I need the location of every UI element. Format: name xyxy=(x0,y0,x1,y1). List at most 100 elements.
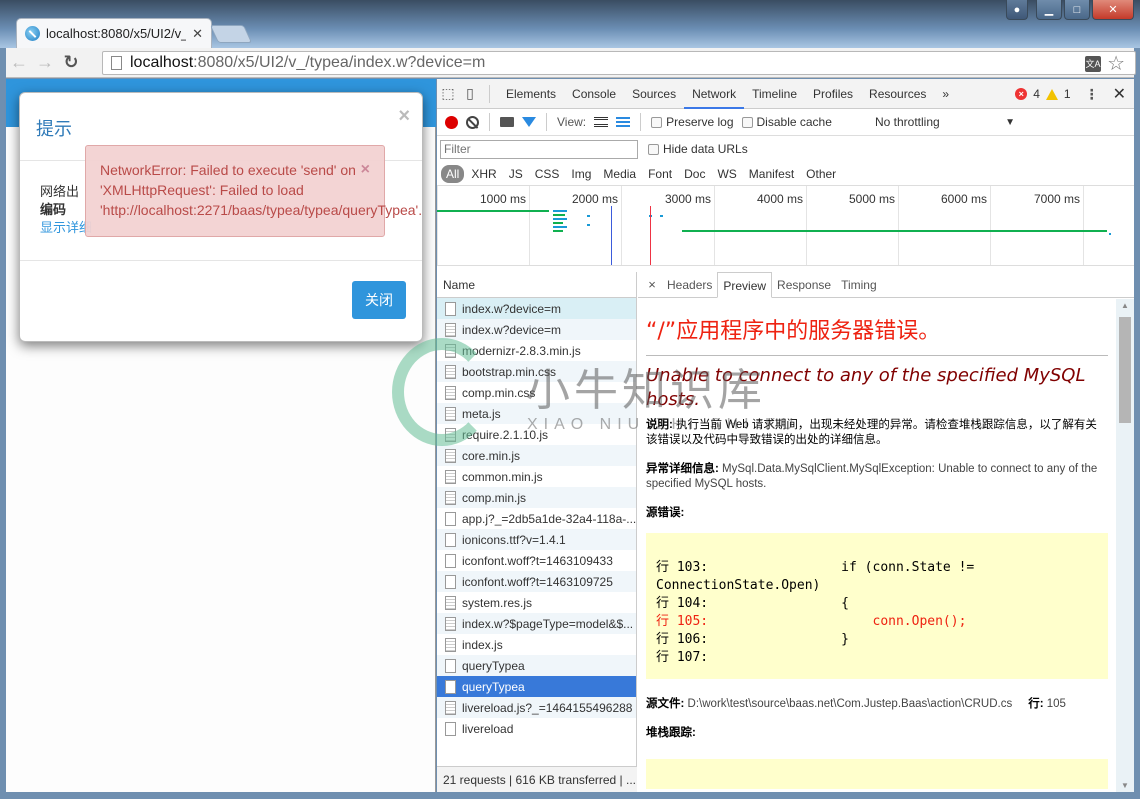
error-icon[interactable]: × xyxy=(1015,88,1028,100)
tab-close-icon[interactable]: ✕ xyxy=(192,26,203,42)
request-row[interactable]: iconfont.woff?t=1463109433 xyxy=(437,550,636,571)
reload-icon[interactable]: ↻ xyxy=(58,52,84,73)
request-row[interactable]: index.w?$pageType=model&$... xyxy=(437,613,636,634)
type-filter-doc[interactable]: Doc xyxy=(679,167,710,181)
star-icon[interactable]: ☆ xyxy=(1107,54,1125,74)
browser-tab[interactable]: localhost:8080/x5/UI2/v_ ✕ xyxy=(16,18,212,48)
request-row[interactable]: bootstrap.min.css xyxy=(437,361,636,382)
tab-console[interactable]: Console xyxy=(564,79,624,109)
type-filter-css[interactable]: CSS xyxy=(530,167,565,181)
tab-elements[interactable]: Elements xyxy=(498,79,564,109)
request-row[interactable]: require.2.1.10.js xyxy=(437,424,636,445)
throttling-select[interactable]: No throttling ▼ xyxy=(875,109,1015,136)
tab-sources[interactable]: Sources xyxy=(624,79,684,109)
request-row[interactable]: index.w?device=m xyxy=(437,298,636,319)
close-devtools-icon[interactable]: ✕ xyxy=(1113,84,1126,104)
warning-icon[interactable] xyxy=(1045,88,1058,100)
type-filter-js[interactable]: JS xyxy=(504,167,528,181)
close-detail-icon[interactable]: × xyxy=(642,277,662,292)
preserve-log-checkbox[interactable]: Preserve log xyxy=(651,115,734,129)
error-count[interactable]: 4 xyxy=(1033,87,1040,101)
type-filter-manifest[interactable]: Manifest xyxy=(744,167,799,181)
request-row[interactable]: livereload.js?_=1464155496288 xyxy=(437,697,636,718)
resource-type-filters: All XHR JS CSS Img Media Font Doc WS Man… xyxy=(437,162,1134,186)
request-row[interactable]: comp.min.js xyxy=(437,487,636,508)
minimize-button[interactable]: ▁ xyxy=(1036,0,1062,20)
type-filter-font[interactable]: Font xyxy=(643,167,677,181)
filter-funnel-icon[interactable] xyxy=(522,117,536,127)
modal-close-icon[interactable]: × xyxy=(398,105,410,128)
translate-icon[interactable]: 文A xyxy=(1085,56,1102,72)
scrollbar-thumb[interactable] xyxy=(1119,317,1131,423)
request-row[interactable]: meta.js xyxy=(437,403,636,424)
back-arrow-icon[interactable]: ← xyxy=(6,52,32,73)
request-row[interactable]: queryTypea xyxy=(437,655,636,676)
request-row[interactable]: index.w?device=m xyxy=(437,319,636,340)
hide-data-urls-checkbox[interactable]: Hide data URLs xyxy=(648,142,748,156)
tab-profiles[interactable]: Profiles xyxy=(805,79,861,109)
network-overview-timeline[interactable]: 1000 ms 2000 ms 3000 ms 4000 ms 5000 ms … xyxy=(437,186,1134,266)
type-filter-media[interactable]: Media xyxy=(598,167,641,181)
type-filter-ws[interactable]: WS xyxy=(712,167,741,181)
overview-bar xyxy=(682,230,1107,232)
blank-file-icon xyxy=(445,553,456,568)
new-tab-button[interactable] xyxy=(209,25,253,43)
checkbox-icon[interactable] xyxy=(651,116,663,128)
tab-network[interactable]: Network xyxy=(684,79,745,109)
devtools-panel: ⬚ ▯ Elements Console Sources Network Tim… xyxy=(437,79,1134,792)
forward-arrow-icon[interactable]: → xyxy=(32,52,58,73)
more-options-icon[interactable]: ⋮ xyxy=(1085,86,1099,103)
checkbox-icon[interactable] xyxy=(648,143,659,155)
tab-headers[interactable]: Headers xyxy=(662,272,717,298)
warning-count[interactable]: 1 xyxy=(1064,87,1071,101)
filter-input[interactable] xyxy=(440,139,638,159)
request-row[interactable]: core.min.js xyxy=(437,445,636,466)
large-rows-icon[interactable] xyxy=(594,117,609,127)
timeline-tick: 2000 ms xyxy=(529,186,621,265)
inspect-element-icon[interactable]: ⬚ xyxy=(437,85,459,102)
line-label: 行: xyxy=(1028,698,1044,710)
request-row[interactable]: common.min.js xyxy=(437,466,636,487)
request-row[interactable]: ionicons.ttf?v=1.4.1 xyxy=(437,529,636,550)
request-row[interactable]: comp.min.css xyxy=(437,382,636,403)
type-filter-xhr[interactable]: XHR xyxy=(466,167,501,181)
maximize-button[interactable]: □ xyxy=(1064,0,1090,20)
scroll-up-arrow-icon[interactable]: ▲ xyxy=(1121,301,1129,310)
source-file-label: 源文件: xyxy=(646,698,685,710)
device-mode-icon[interactable]: ▯ xyxy=(459,85,481,102)
close-window-button[interactable]: ✕ xyxy=(1092,0,1134,20)
tab-resources[interactable]: Resources xyxy=(861,79,934,109)
overview-waterfall-icon[interactable] xyxy=(616,117,631,127)
request-row[interactable]: iconfont.woff?t=1463109725 xyxy=(437,571,636,592)
preview-scrollbar[interactable]: ▲ ▼ xyxy=(1116,299,1134,792)
tab-response[interactable]: Response xyxy=(772,272,836,298)
toast-close-icon[interactable]: × xyxy=(361,160,370,180)
timeline-tick: 7000 ms xyxy=(990,186,1083,265)
user-profile-icon[interactable]: ● xyxy=(1006,0,1028,20)
more-tabs-icon[interactable]: » xyxy=(934,79,957,109)
tab-timeline[interactable]: Timeline xyxy=(744,79,805,109)
checkbox-icon[interactable] xyxy=(741,116,753,128)
type-filter-all[interactable]: All xyxy=(441,164,465,183)
name-column-header[interactable]: Name xyxy=(437,272,636,298)
disable-cache-checkbox[interactable]: Disable cache xyxy=(741,115,832,129)
request-row[interactable]: queryTypea xyxy=(437,676,636,697)
record-icon[interactable] xyxy=(445,115,458,129)
request-row[interactable]: index.js xyxy=(437,634,636,655)
close-button[interactable]: 关闭 xyxy=(352,281,406,319)
type-filter-img[interactable]: Img xyxy=(566,167,596,181)
request-row[interactable]: system.res.js xyxy=(437,592,636,613)
request-row[interactable]: app.j?_=2db5a1de-32a4-118a-... xyxy=(437,508,636,529)
screenshot-camera-icon[interactable] xyxy=(500,117,514,127)
tab-preview[interactable]: Preview xyxy=(717,271,773,298)
tab-timing[interactable]: Timing xyxy=(836,272,882,298)
request-row[interactable]: livereload xyxy=(437,718,636,739)
request-name: core.min.js xyxy=(462,448,521,463)
request-row[interactable]: modernizr-2.8.3.min.js xyxy=(437,340,636,361)
divider xyxy=(489,84,490,103)
clear-icon[interactable] xyxy=(466,115,479,129)
document-file-icon xyxy=(445,637,456,652)
address-bar[interactable]: localhost :8080/x5/UI2/v_/typea/index.w?… xyxy=(102,51,1136,75)
type-filter-other[interactable]: Other xyxy=(801,167,841,181)
scroll-down-arrow-icon[interactable]: ▼ xyxy=(1121,781,1129,790)
